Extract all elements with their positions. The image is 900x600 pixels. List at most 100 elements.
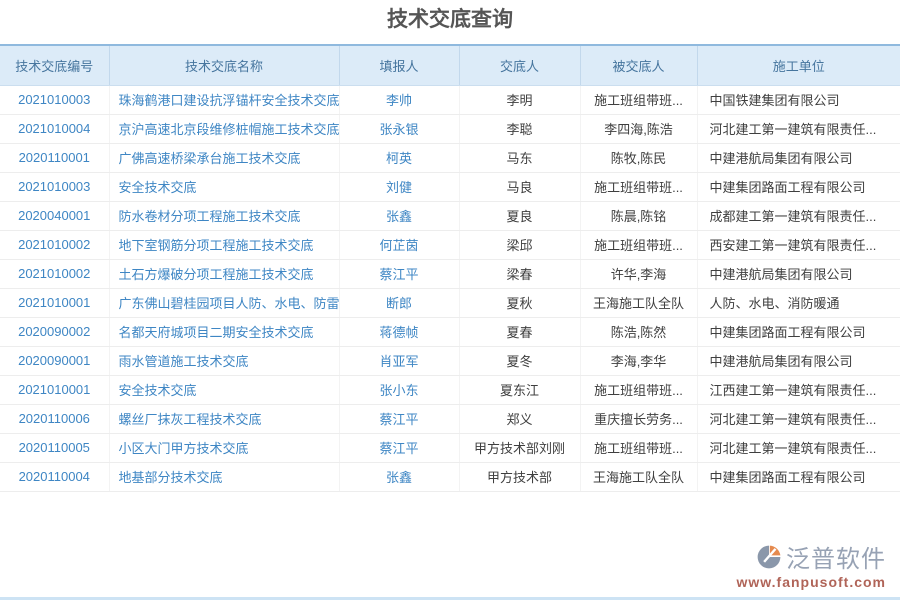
table-cell[interactable]: 土石方爆破分项工程施工技术交底: [109, 259, 339, 288]
table-cell[interactable]: 李帅: [339, 85, 459, 114]
table-cell: 陈浩,陈然: [580, 317, 697, 346]
table-cell: 江西建工第一建筑有限责任...: [697, 375, 900, 404]
table-cell: 许华,李海: [580, 259, 697, 288]
table-cell[interactable]: 2021010003: [0, 172, 109, 201]
vendor-url[interactable]: www.fanpusoft.com: [737, 574, 886, 590]
table-row[interactable]: 2020090001雨水管道施工技术交底肖亚军夏冬李海,李华中建港航局集团有限公…: [0, 346, 900, 375]
table-cell: 李明: [459, 85, 580, 114]
table-cell[interactable]: 张鑫: [339, 462, 459, 491]
table-row[interactable]: 2020090002名都天府城项目二期安全技术交底蒋德帧夏春陈浩,陈然中建集团路…: [0, 317, 900, 346]
table-cell: 中建港航局集团有限公司: [697, 259, 900, 288]
table-cell: 李四海,陈浩: [580, 114, 697, 143]
table-cell: 李海,李华: [580, 346, 697, 375]
table-cell[interactable]: 蔡江平: [339, 404, 459, 433]
table-cell: 陈牧,陈民: [580, 143, 697, 172]
table-cell[interactable]: 2020040001: [0, 201, 109, 230]
table-cell: 中建港航局集团有限公司: [697, 346, 900, 375]
table-cell[interactable]: 广佛高速桥梁承台施工技术交底: [109, 143, 339, 172]
table-cell: 王海施工队全队: [580, 288, 697, 317]
table-cell[interactable]: 2020110005: [0, 433, 109, 462]
table-cell: 河北建工第一建筑有限责任...: [697, 433, 900, 462]
table-cell[interactable]: 2021010001: [0, 288, 109, 317]
disclosure-query-table: 技术交底编号 技术交底名称 填报人 交底人 被交底人 施工单位 20210100…: [0, 44, 900, 492]
table-cell: 施工班组带班...: [580, 375, 697, 404]
table-cell[interactable]: 珠海鹤港口建设抗浮锚杆安全技术交底: [109, 85, 339, 114]
table-cell[interactable]: 2021010004: [0, 114, 109, 143]
table-row[interactable]: 2021010002地下室钢筋分项工程施工技术交底何芷茵梁邱施工班组带班...西…: [0, 230, 900, 259]
table-row[interactable]: 2021010001安全技术交底张小东夏东江施工班组带班...江西建工第一建筑有…: [0, 375, 900, 404]
page-title: 技术交底查询: [0, 0, 900, 44]
column-header-filler: 填报人: [339, 45, 459, 85]
table-cell[interactable]: 2020110004: [0, 462, 109, 491]
table-cell[interactable]: 2020110001: [0, 143, 109, 172]
table-row[interactable]: 2021010002土石方爆破分项工程施工技术交底蔡江平梁春许华,李海中建港航局…: [0, 259, 900, 288]
table-row[interactable]: 2021010003珠海鹤港口建设抗浮锚杆安全技术交底李帅李明施工班组带班...…: [0, 85, 900, 114]
table-cell[interactable]: 名都天府城项目二期安全技术交底: [109, 317, 339, 346]
table-cell[interactable]: 地基部分技术交底: [109, 462, 339, 491]
table-cell: 河北建工第一建筑有限责任...: [697, 404, 900, 433]
table-cell: 人防、水电、消防暖通: [697, 288, 900, 317]
table-cell: 西安建工第一建筑有限责任...: [697, 230, 900, 259]
table-cell[interactable]: 断郎: [339, 288, 459, 317]
column-header-construction-unit: 施工单位: [697, 45, 900, 85]
table-cell: 夏良: [459, 201, 580, 230]
table-cell: 马良: [459, 172, 580, 201]
table-cell: 中建集团路面工程有限公司: [697, 317, 900, 346]
table-cell: 李聪: [459, 114, 580, 143]
table-row[interactable]: 2021010004京沪高速北京段维修桩帽施工技术交底张永银李聪李四海,陈浩河北…: [0, 114, 900, 143]
table-cell: 施工班组带班...: [580, 85, 697, 114]
table-cell[interactable]: 雨水管道施工技术交底: [109, 346, 339, 375]
table-row[interactable]: 2021010003安全技术交底刘健马良施工班组带班...中建集团路面工程有限公…: [0, 172, 900, 201]
table-cell[interactable]: 张鑫: [339, 201, 459, 230]
table-cell: 中建集团路面工程有限公司: [697, 462, 900, 491]
table-cell[interactable]: 2021010003: [0, 85, 109, 114]
table-cell: 马东: [459, 143, 580, 172]
table-row[interactable]: 2020040001防水卷材分项工程施工技术交底张鑫夏良陈晨,陈铭成都建工第一建…: [0, 201, 900, 230]
table-cell[interactable]: 肖亚军: [339, 346, 459, 375]
column-header-disclosure-name: 技术交底名称: [109, 45, 339, 85]
table-cell[interactable]: 2020110006: [0, 404, 109, 433]
table-row[interactable]: 2020110005小区大门甲方技术交底蔡江平甲方技术部刘刚施工班组带班...河…: [0, 433, 900, 462]
table-cell[interactable]: 蔡江平: [339, 259, 459, 288]
vendor-footer[interactable]: 泛普软件 www.fanpusoft.com: [737, 539, 886, 590]
table-row[interactable]: 2020110001广佛高速桥梁承台施工技术交底柯英马东陈牧,陈民中建港航局集团…: [0, 143, 900, 172]
table-cell[interactable]: 安全技术交底: [109, 375, 339, 404]
table-cell[interactable]: 螺丝厂抹灰工程技术交底: [109, 404, 339, 433]
table-cell[interactable]: 柯英: [339, 143, 459, 172]
table-cell: 王海施工队全队: [580, 462, 697, 491]
table-cell[interactable]: 广东佛山碧桂园项目人防、水电、防雷: [109, 288, 339, 317]
table-cell[interactable]: 2020090002: [0, 317, 109, 346]
column-header-disclosee: 被交底人: [580, 45, 697, 85]
table-cell[interactable]: 安全技术交底: [109, 172, 339, 201]
column-header-discloser: 交底人: [459, 45, 580, 85]
table-cell[interactable]: 地下室钢筋分项工程施工技术交底: [109, 230, 339, 259]
table-cell[interactable]: 蒋德帧: [339, 317, 459, 346]
table-cell[interactable]: 防水卷材分项工程施工技术交底: [109, 201, 339, 230]
table-cell: 夏春: [459, 317, 580, 346]
table-cell[interactable]: 2021010002: [0, 230, 109, 259]
table-cell[interactable]: 2020090001: [0, 346, 109, 375]
table-cell: 夏秋: [459, 288, 580, 317]
vendor-name: 泛普软件: [786, 539, 886, 574]
table-row[interactable]: 2020110004地基部分技术交底张鑫甲方技术部王海施工队全队中建集团路面工程…: [0, 462, 900, 491]
table-cell[interactable]: 2021010001: [0, 375, 109, 404]
table-cell[interactable]: 小区大门甲方技术交底: [109, 433, 339, 462]
table-cell: 夏冬: [459, 346, 580, 375]
table-header: 技术交底编号 技术交底名称 填报人 交底人 被交底人 施工单位: [0, 45, 900, 85]
table-cell: 中建港航局集团有限公司: [697, 143, 900, 172]
table-cell: 中建集团路面工程有限公司: [697, 172, 900, 201]
table-cell: 郑义: [459, 404, 580, 433]
table-cell[interactable]: 刘健: [339, 172, 459, 201]
table-cell[interactable]: 张永银: [339, 114, 459, 143]
table-cell[interactable]: 何芷茵: [339, 230, 459, 259]
table-cell: 陈晨,陈铭: [580, 201, 697, 230]
table-cell[interactable]: 2021010002: [0, 259, 109, 288]
table-cell[interactable]: 张小东: [339, 375, 459, 404]
table-row[interactable]: 2021010001广东佛山碧桂园项目人防、水电、防雷断郎夏秋王海施工队全队人防…: [0, 288, 900, 317]
table-cell: 施工班组带班...: [580, 230, 697, 259]
column-header-disclosure-id: 技术交底编号: [0, 45, 109, 85]
table-row[interactable]: 2020110006螺丝厂抹灰工程技术交底蔡江平郑义重庆擅长劳务...河北建工第…: [0, 404, 900, 433]
table-cell: 甲方技术部: [459, 462, 580, 491]
table-cell[interactable]: 京沪高速北京段维修桩帽施工技术交底: [109, 114, 339, 143]
table-cell[interactable]: 蔡江平: [339, 433, 459, 462]
